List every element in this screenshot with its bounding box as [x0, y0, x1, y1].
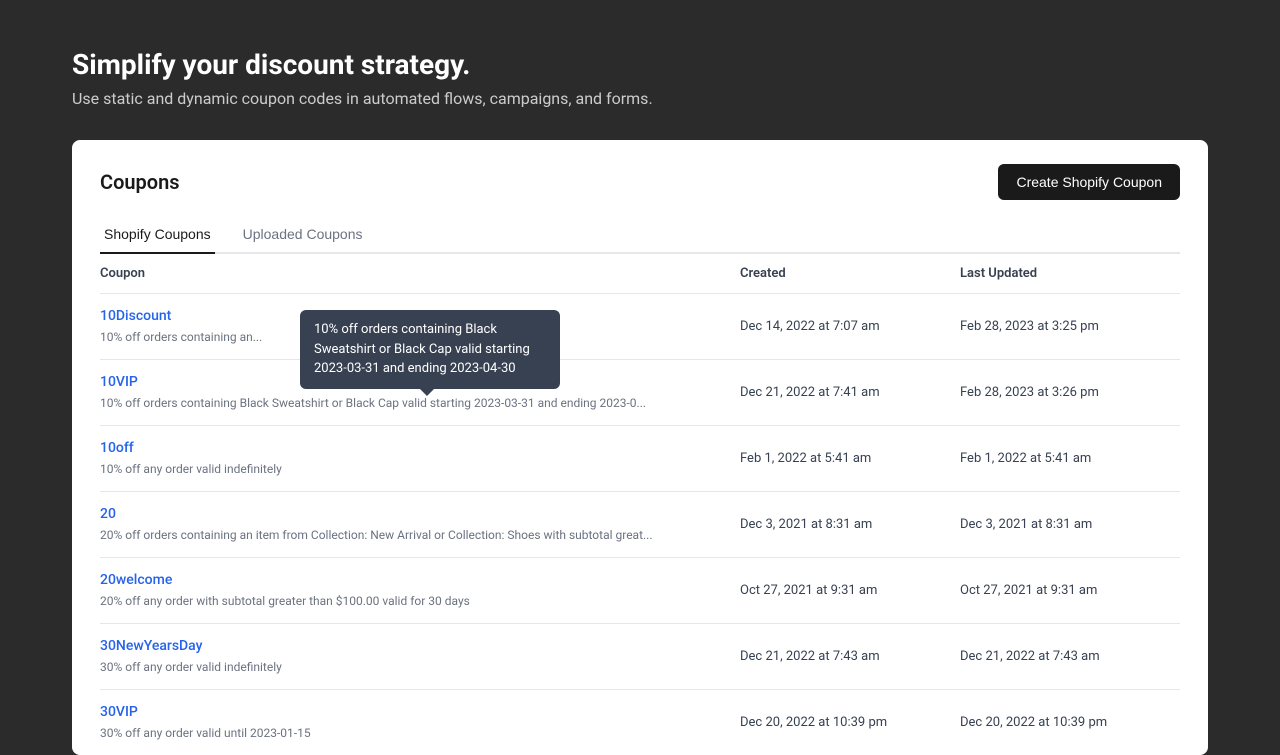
create-shopify-coupon-button[interactable]: Create Shopify Coupon [998, 164, 1180, 200]
col-coupon: Coupon [100, 266, 740, 281]
created-date: Dec 14, 2022 at 7:07 am [740, 308, 960, 345]
coupons-card: Coupons Create Shopify Coupon Shopify Co… [72, 140, 1208, 755]
coupon-name-link[interactable]: 10VIP [100, 374, 740, 390]
updated-date: Oct 27, 2021 at 9:31 am [960, 572, 1180, 609]
coupon-name-link[interactable]: 10Discount [100, 308, 740, 324]
table-row: 10Discount 10% off orders containing an.… [100, 294, 1180, 360]
created-date: Oct 27, 2021 at 9:31 am [740, 572, 960, 609]
coupon-cell: 10VIP 10% off orders containing Black Sw… [100, 374, 740, 411]
coupon-cell: 20welcome 20% off any order with subtota… [100, 572, 740, 609]
table-row: 30NewYearsDay 30% off any order valid in… [100, 624, 1180, 690]
coupon-cell: 30NewYearsDay 30% off any order valid in… [100, 638, 740, 675]
updated-date: Feb 28, 2023 at 3:26 pm [960, 374, 1180, 411]
updated-date: Feb 28, 2023 at 3:25 pm [960, 308, 1180, 345]
hero-title: Simplify your discount strategy. [72, 48, 1208, 81]
hero-section: Simplify your discount strategy. Use sta… [0, 0, 1280, 140]
tab-uploaded-coupons[interactable]: Uploaded Coupons [239, 216, 367, 254]
coupon-desc: 10% off orders containing Black Sweatshi… [100, 396, 646, 410]
coupon-cell: 20 20% off orders containing an item fro… [100, 506, 740, 543]
table-row: 20 20% off orders containing an item fro… [100, 492, 1180, 558]
table-header: Coupon Created Last Updated [100, 254, 1180, 294]
updated-date: Dec 21, 2022 at 7:43 am [960, 638, 1180, 675]
coupon-desc: 30% off any order valid until 2023-01-15 [100, 726, 311, 740]
coupon-cell: 30VIP 30% off any order valid until 2023… [100, 704, 740, 741]
coupon-name-link[interactable]: 30VIP [100, 704, 740, 720]
created-date: Dec 3, 2021 at 8:31 am [740, 506, 960, 543]
coupon-desc: 30% off any order valid indefinitely [100, 660, 282, 674]
updated-date: Dec 20, 2022 at 10:39 pm [960, 704, 1180, 741]
table-wrapper: Coupon Created Last Updated 10Discount 1… [72, 254, 1208, 755]
tabs-container: Shopify Coupons Uploaded Coupons [100, 216, 1180, 254]
coupon-cell: 10Discount 10% off orders containing an.… [100, 308, 740, 345]
coupon-name-link[interactable]: 20welcome [100, 572, 740, 588]
card-title: Coupons [100, 170, 180, 194]
coupon-desc: 20% off orders containing an item from C… [100, 528, 653, 542]
tab-shopify-coupons[interactable]: Shopify Coupons [100, 216, 215, 254]
card-header: Coupons Create Shopify Coupon [72, 140, 1208, 200]
col-last-updated: Last Updated [960, 266, 1180, 281]
created-date: Dec 20, 2022 at 10:39 pm [740, 704, 960, 741]
created-date: Dec 21, 2022 at 7:41 am [740, 374, 960, 411]
table-row: 20welcome 20% off any order with subtota… [100, 558, 1180, 624]
updated-date: Feb 1, 2022 at 5:41 am [960, 440, 1180, 477]
coupon-name-link[interactable]: 30NewYearsDay [100, 638, 740, 654]
coupon-cell: 10off 10% off any order valid indefinite… [100, 440, 740, 477]
hero-subtitle: Use static and dynamic coupon codes in a… [72, 89, 1208, 108]
col-created: Created [740, 266, 960, 281]
coupon-name-link[interactable]: 20 [100, 506, 740, 522]
table-row: 10VIP 10% off orders containing Black Sw… [100, 360, 1180, 426]
coupon-desc: 10% off any order valid indefinitely [100, 462, 282, 476]
coupon-name-link[interactable]: 10off [100, 440, 740, 456]
updated-date: Dec 3, 2021 at 8:31 am [960, 506, 1180, 543]
created-date: Dec 21, 2022 at 7:43 am [740, 638, 960, 675]
created-date: Feb 1, 2022 at 5:41 am [740, 440, 960, 477]
table-row: 10off 10% off any order valid indefinite… [100, 426, 1180, 492]
table-row: 30VIP 30% off any order valid until 2023… [100, 690, 1180, 755]
coupon-desc: 10% off orders containing an... [100, 330, 262, 344]
coupon-desc: 20% off any order with subtotal greater … [100, 594, 470, 608]
